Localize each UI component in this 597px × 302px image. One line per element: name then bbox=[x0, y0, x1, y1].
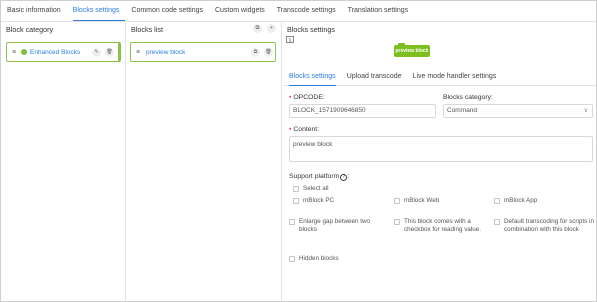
subtab-upload-transcode[interactable]: Upload transcode bbox=[347, 69, 402, 86]
checkbox-box[interactable] bbox=[289, 219, 295, 225]
block-item-label: preview block bbox=[146, 48, 186, 56]
opcode-label: • OPCODE: bbox=[289, 94, 325, 101]
tab-translation-settings[interactable]: Translation settings bbox=[348, 1, 414, 21]
blocks-category-label: Blocks category: bbox=[443, 94, 493, 101]
required-mark: • bbox=[289, 94, 292, 101]
block-item-preview-block[interactable]: ≡ preview block ⧉ 🗑 bbox=[130, 42, 276, 62]
tab-common-code-settings[interactable]: Common code settings bbox=[131, 1, 209, 21]
content-label: • Content: bbox=[289, 126, 320, 133]
tab-basic-information[interactable]: Basic information bbox=[7, 1, 67, 21]
tab-transcode-settings[interactable]: Transcode settings bbox=[277, 1, 342, 21]
drag-handle-icon[interactable]: ≡ bbox=[136, 49, 143, 56]
blocks-settings-panel: Blocks settings [] preview block Blocks … bbox=[283, 22, 596, 301]
blocks-category-value: Command bbox=[447, 107, 477, 114]
blocks-settings-title: Blocks settings bbox=[287, 25, 335, 34]
default-transcoding-checkbox[interactable]: Default transcoding for scripts in combi… bbox=[494, 218, 594, 234]
delete-icon[interactable]: 🗑 bbox=[105, 48, 114, 57]
category-item-enhanced-blocks[interactable]: ≡ Enhanced Blocks ✎ 🗑 bbox=[6, 42, 121, 62]
blocks-category-select[interactable]: Command ∨ bbox=[443, 104, 593, 118]
required-mark: • bbox=[289, 126, 292, 133]
code-icon[interactable]: [] bbox=[286, 36, 294, 43]
delete-icon[interactable]: 🗑 bbox=[264, 48, 273, 57]
settings-sub-tabs: Blocks settings Upload transcode Live mo… bbox=[283, 69, 596, 86]
subtab-blocks-settings[interactable]: Blocks settings bbox=[289, 69, 336, 86]
copy-icon[interactable]: ⧉ bbox=[251, 48, 260, 57]
platform-mblock-web-checkbox[interactable]: mBlock Web bbox=[394, 197, 439, 205]
select-all-checkbox[interactable]: Select all bbox=[293, 185, 329, 193]
tab-custom-widgets[interactable]: Custom widgets bbox=[215, 1, 271, 21]
checkbox-box[interactable] bbox=[394, 198, 400, 204]
opcode-input[interactable]: BLOCK_1571909646850 bbox=[289, 104, 436, 118]
subtab-live-mode-handler[interactable]: Live mode handler settings bbox=[413, 69, 497, 86]
block-preview: preview block bbox=[394, 43, 430, 57]
checkbox-box[interactable] bbox=[293, 198, 299, 204]
help-icon[interactable]: ? bbox=[340, 174, 348, 181]
checkbox-box[interactable] bbox=[289, 256, 295, 262]
category-color-dot bbox=[21, 49, 27, 55]
checkbox-box[interactable] bbox=[394, 219, 400, 225]
drag-handle-icon[interactable]: ≡ bbox=[12, 49, 19, 56]
chevron-down-icon: ∨ bbox=[583, 108, 588, 114]
category-item-label: Enhanced Blocks bbox=[30, 48, 81, 56]
checkbox-box[interactable] bbox=[293, 186, 299, 192]
support-platform-label: Support platform?: bbox=[289, 173, 350, 181]
tab-blocks-settings[interactable]: Blocks settings bbox=[72, 1, 126, 21]
platform-mblock-pc-checkbox[interactable]: mBlock PC bbox=[293, 197, 334, 205]
copy-icon[interactable]: ⧉ bbox=[253, 24, 262, 33]
block-category-panel: Block category ≡ Enhanced Blocks ✎ 🗑 bbox=[1, 22, 126, 301]
checkbox-box[interactable] bbox=[494, 198, 500, 204]
platform-mblock-app-checkbox[interactable]: mBlock App bbox=[494, 197, 537, 205]
reading-value-checkbox[interactable]: This block comes with a checkbox for rea… bbox=[394, 218, 489, 234]
block-category-title: Block category bbox=[6, 25, 54, 34]
blocks-list-panel: Blocks list ⧉ + ≡ preview block ⧉ 🗑 bbox=[127, 22, 282, 301]
blocks-list-title: Blocks list bbox=[131, 25, 163, 34]
add-icon[interactable]: + bbox=[267, 24, 276, 33]
top-tab-bar: Basic information Blocks settings Common… bbox=[1, 1, 596, 22]
hidden-blocks-checkbox[interactable]: Hidden blocks bbox=[289, 255, 339, 263]
content-textarea[interactable]: preview block bbox=[289, 136, 593, 162]
enlarge-gap-checkbox[interactable]: Enlarge gap between two blocks bbox=[289, 218, 379, 234]
checkbox-box[interactable] bbox=[494, 219, 500, 225]
selected-indicator bbox=[118, 42, 120, 62]
edit-icon[interactable]: ✎ bbox=[92, 48, 101, 57]
